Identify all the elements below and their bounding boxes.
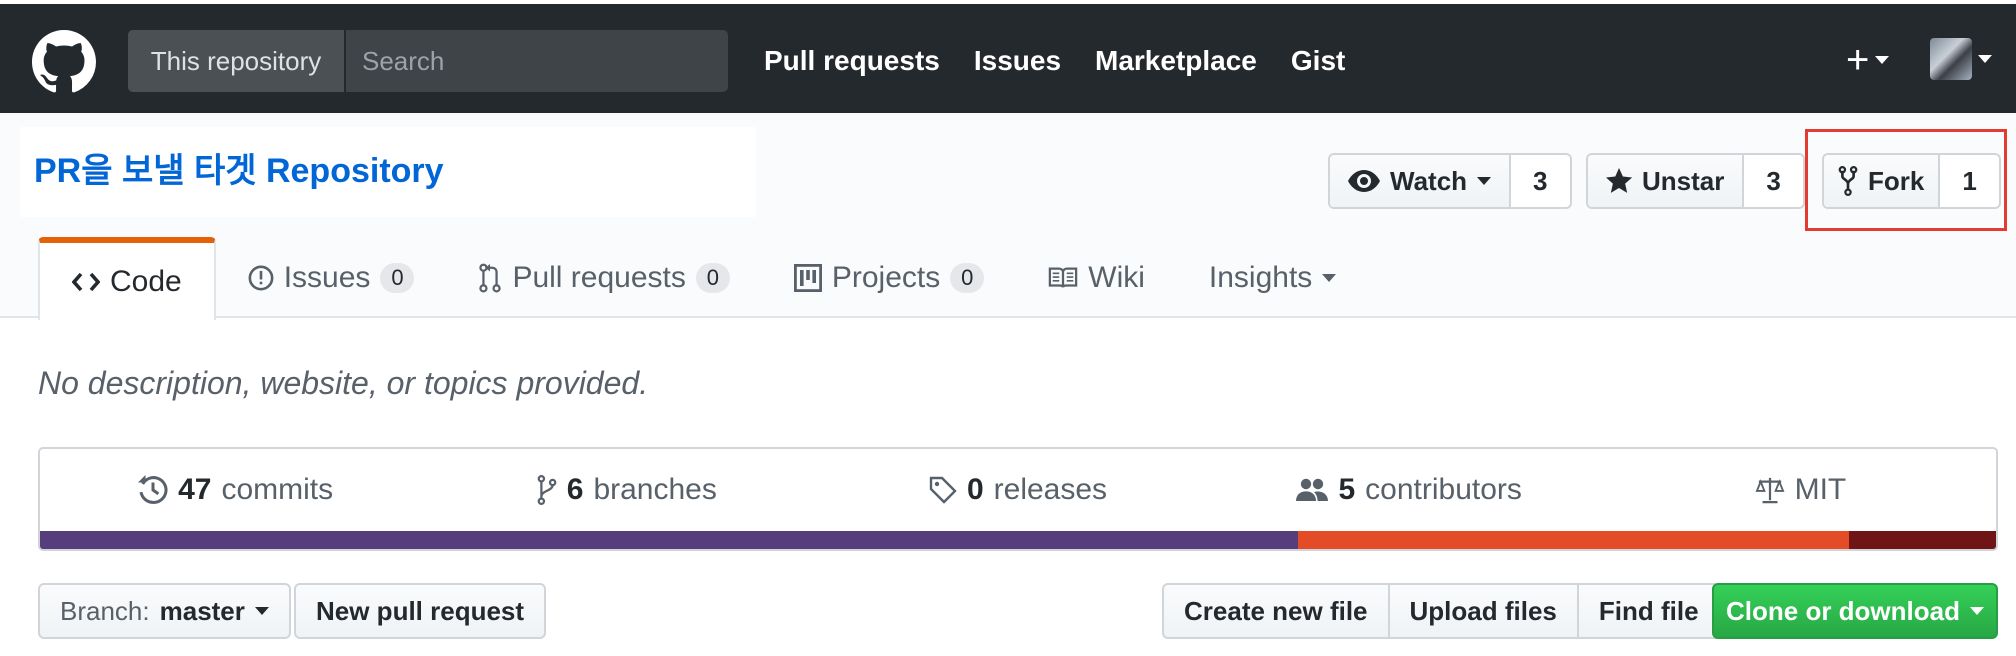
tab-issues[interactable]: Issues 0 [216, 237, 447, 318]
avatar[interactable] [1930, 38, 1972, 80]
language-bar-segment[interactable] [1297, 531, 1850, 549]
upload-files-button[interactable]: Upload files [1390, 585, 1579, 637]
file-actions-group: Create new file Upload files Find file [1162, 583, 1721, 639]
commits-link[interactable]: 47 commits [40, 449, 431, 531]
repo-description: No description, website, or topics provi… [38, 365, 649, 401]
watch-count[interactable]: 3 [1511, 155, 1569, 207]
releases-count: 0 [966, 473, 984, 506]
project-icon [793, 263, 822, 292]
find-file-button[interactable]: Find file [1579, 585, 1719, 637]
language-bar-segment[interactable] [1849, 531, 1996, 549]
repo-tabs: Code Issues 0 Pull requests 0 Projects 0 [38, 237, 1368, 320]
watch-button[interactable]: Watch [1330, 155, 1512, 207]
issue-icon [248, 265, 274, 291]
chevron-down-icon [1970, 607, 1984, 615]
unstar-button[interactable]: Unstar [1588, 155, 1745, 207]
fork-highlight-box [1805, 129, 2007, 231]
chevron-down-icon [1978, 55, 1992, 63]
branch-icon [537, 475, 557, 505]
header-nav: Pull requests Issues Marketplace Gist [764, 30, 1345, 92]
branch-name: master [159, 595, 245, 626]
repo-title-box: PR을 보낼 타겟 Repository [20, 127, 756, 217]
branches-label: branches [593, 473, 717, 506]
chevron-down-icon [1322, 273, 1337, 282]
commits-count: 47 [178, 473, 212, 506]
tab-code[interactable]: Code [38, 237, 216, 320]
eye-icon [1348, 170, 1380, 192]
watch-button-group: Watch 3 [1328, 153, 1572, 209]
repo-summary: 47 commits 6 branches 0 releases 5 contr… [38, 447, 1998, 551]
nav-issues[interactable]: Issues [974, 45, 1061, 77]
license-label: MIT [1794, 473, 1847, 506]
pull-requests-counter: 0 [695, 262, 730, 293]
unstar-label: Unstar [1642, 165, 1725, 196]
clone-or-download-button[interactable]: Clone or download [1712, 583, 1998, 639]
github-logo-icon[interactable] [32, 30, 96, 94]
contributors-label: contributors [1365, 473, 1522, 506]
releases-label: releases [993, 473, 1108, 506]
global-header: This repository Search Pull requests Iss… [0, 0, 2016, 113]
tab-insights[interactable]: Insights [1177, 237, 1368, 318]
tag-icon [929, 476, 957, 504]
watch-label: Watch [1390, 165, 1468, 196]
projects-counter: 0 [950, 262, 985, 293]
license-link[interactable]: MIT [1605, 449, 1996, 531]
releases-link[interactable]: 0 releases [822, 449, 1213, 531]
issues-counter: 0 [380, 262, 415, 293]
branch-select-button[interactable]: Branch: master [38, 583, 291, 639]
new-pull-request-button[interactable]: New pull request [294, 583, 547, 639]
clone-label: Clone or download [1726, 595, 1960, 626]
branch-prefix: Branch: [60, 595, 150, 626]
history-icon [138, 475, 168, 505]
contributors-link[interactable]: 5 contributors [1214, 449, 1605, 531]
tab-label: Issues [283, 260, 371, 294]
chevron-down-icon [1875, 56, 1890, 64]
star-button-group: Unstar 3 [1586, 153, 1805, 209]
people-icon [1296, 477, 1329, 503]
code-icon [72, 271, 100, 293]
repo-header: PR을 보낼 타겟 Repository Watch 3 Unstar 3 Fo… [0, 113, 2016, 320]
search-scope-label[interactable]: This repository [128, 30, 346, 92]
tab-label: Pull requests [512, 260, 686, 294]
law-icon [1755, 476, 1785, 504]
language-bar[interactable] [40, 531, 1996, 549]
chevron-down-icon [254, 607, 269, 615]
branches-count: 6 [566, 473, 584, 506]
tab-label: Projects [831, 260, 941, 294]
search-input[interactable]: Search [346, 30, 728, 92]
tab-wiki[interactable]: Wiki [1016, 237, 1177, 318]
nav-marketplace[interactable]: Marketplace [1095, 45, 1257, 77]
create-new-file-button[interactable]: Create new file [1164, 585, 1390, 637]
star-count[interactable]: 3 [1744, 155, 1802, 207]
repo-title[interactable]: PR을 보낼 타겟 Repository [34, 143, 444, 192]
search-box[interactable]: This repository Search [128, 30, 728, 92]
tab-label: Code [110, 264, 182, 298]
plus-icon: + [1846, 38, 1870, 82]
contributors-count: 5 [1338, 473, 1356, 506]
commits-label: commits [221, 473, 334, 506]
star-icon [1606, 168, 1632, 194]
tab-label: Insights [1208, 260, 1313, 294]
branches-link[interactable]: 6 branches [431, 449, 822, 531]
chevron-down-icon [1477, 177, 1492, 185]
nav-pull-requests[interactable]: Pull requests [764, 45, 940, 77]
pull-request-icon [478, 263, 502, 293]
language-bar-segment[interactable] [40, 531, 1298, 549]
create-new-dropdown[interactable]: + [1846, 34, 1890, 86]
tab-pull-requests[interactable]: Pull requests 0 [446, 237, 761, 318]
tab-projects[interactable]: Projects 0 [762, 237, 1016, 318]
tab-label: Wiki [1088, 260, 1145, 294]
nav-gist[interactable]: Gist [1291, 45, 1345, 77]
user-menu[interactable] [1930, 38, 1992, 80]
book-icon [1048, 266, 1078, 290]
